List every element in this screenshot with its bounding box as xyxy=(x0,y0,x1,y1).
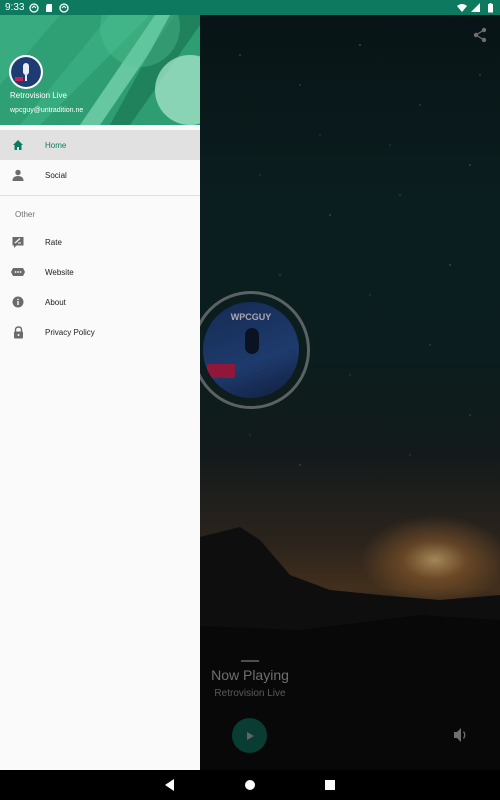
info-icon xyxy=(11,295,25,309)
menu-item-label: Privacy Policy xyxy=(45,327,95,337)
drawer-header: Retrovision Live wpcguy@untradition.ne xyxy=(0,15,200,125)
back-icon[interactable] xyxy=(163,778,177,792)
person-icon xyxy=(11,168,25,182)
drawer-scrim[interactable] xyxy=(200,15,500,770)
sync-icon xyxy=(29,2,40,13)
sync-icon xyxy=(59,2,70,13)
menu-item-label: About xyxy=(45,297,66,307)
menu-item-label: Rate xyxy=(45,237,62,247)
avatar[interactable] xyxy=(9,55,43,89)
menu-item-label: Website xyxy=(45,267,74,277)
menu-item-home[interactable]: Home xyxy=(0,130,200,160)
rate-review-icon xyxy=(11,235,25,249)
home-button-icon[interactable] xyxy=(243,778,257,792)
menu-item-social[interactable]: Social xyxy=(0,160,200,190)
signal-icon xyxy=(471,2,480,12)
wifi-icon xyxy=(457,3,467,12)
recents-icon[interactable] xyxy=(323,778,337,792)
station-logo-icon xyxy=(11,57,41,87)
menu-item-privacy-policy[interactable]: Privacy Policy xyxy=(0,317,200,347)
menu-item-label: Home xyxy=(45,140,67,150)
menu-divider xyxy=(0,195,200,196)
status-bar: 9:33 xyxy=(0,0,500,15)
lock-icon xyxy=(11,325,25,339)
header-app-name: Retrovision Live xyxy=(10,91,67,100)
home-icon xyxy=(11,138,25,152)
web-icon xyxy=(11,265,25,279)
menu-item-about[interactable]: About xyxy=(0,287,200,317)
battery-icon xyxy=(488,2,493,12)
navigation-drawer: Retrovision Live wpcguy@untradition.ne H… xyxy=(0,15,200,770)
drawer-menu: Home Social Other Rate Website About Pri… xyxy=(0,125,200,347)
menu-item-rate[interactable]: Rate xyxy=(0,227,200,257)
menu-item-website[interactable]: Website xyxy=(0,257,200,287)
system-navigation-bar xyxy=(0,770,500,800)
status-time: 9:33 xyxy=(5,2,25,13)
menu-item-label: Social xyxy=(45,170,67,180)
sd-card-icon xyxy=(46,3,53,12)
section-label-other: Other xyxy=(15,209,36,219)
header-email: wpcguy@untradition.ne xyxy=(10,107,84,114)
